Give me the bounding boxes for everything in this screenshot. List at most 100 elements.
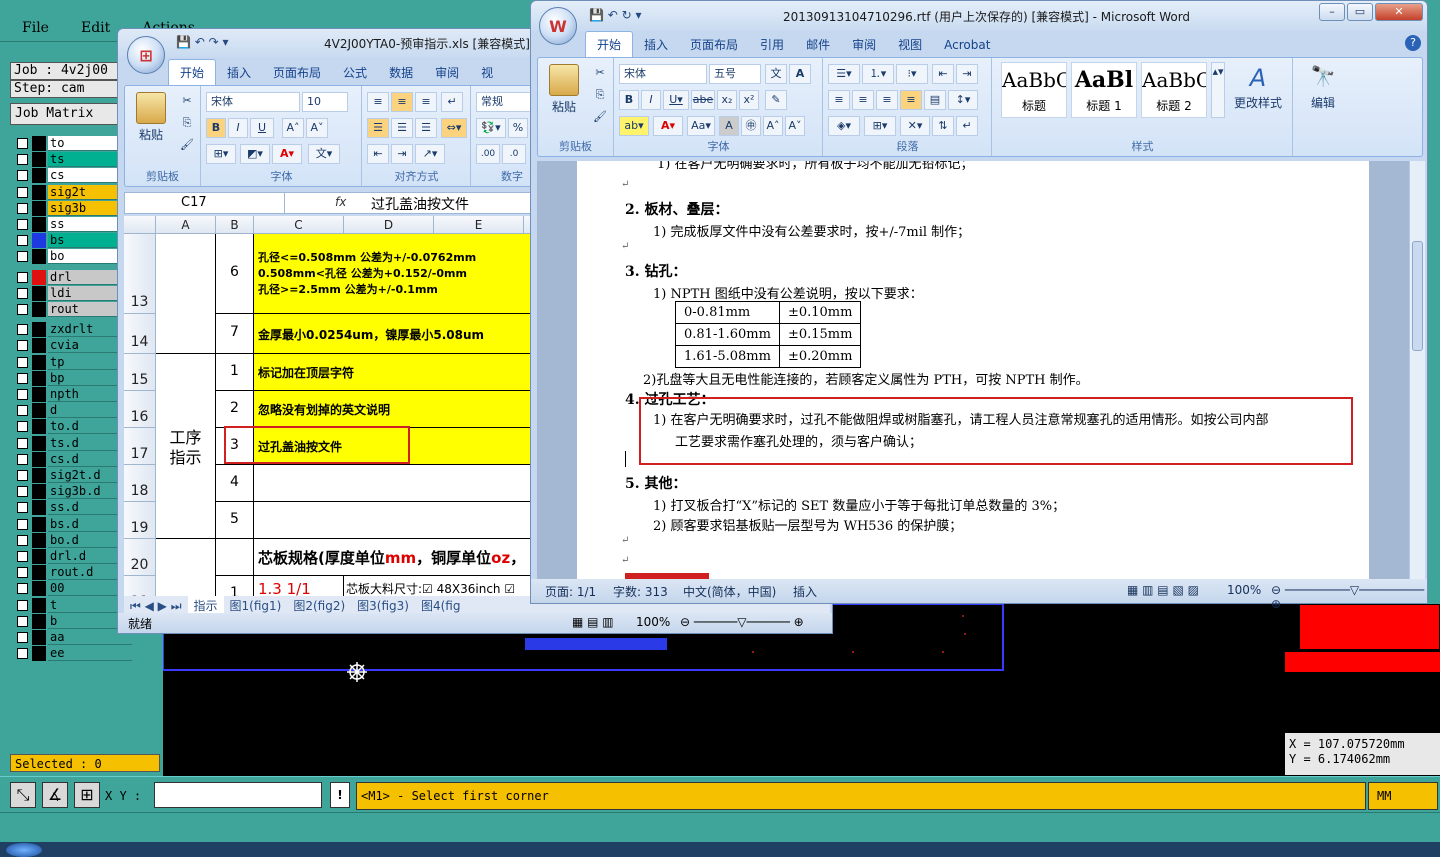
grow-font-icon[interactable]: A˄ (282, 118, 304, 138)
layer-name[interactable]: ee (48, 646, 132, 662)
merge-center-icon[interactable]: ⇔▾ (441, 118, 467, 138)
layer-color-swatch[interactable] (32, 136, 46, 151)
layer-checkbox[interactable] (17, 186, 28, 198)
layer-checkbox[interactable] (17, 405, 28, 417)
char-border-icon[interactable]: A (789, 64, 811, 84)
layer-checkbox[interactable] (17, 551, 28, 562)
start-button-icon[interactable] (6, 843, 42, 857)
row-header[interactable]: 13 (124, 234, 156, 314)
layer-row[interactable]: bs.d (14, 516, 132, 532)
layer-checkbox[interactable] (17, 648, 28, 660)
name-box[interactable]: C17 (125, 193, 285, 213)
table-cell[interactable]: ±0.20mm (778, 345, 862, 368)
superscript-icon[interactable]: x² (739, 90, 759, 110)
layer-color-swatch[interactable] (32, 484, 46, 500)
table-cell[interactable]: ±0.15mm (778, 323, 862, 346)
layer-checkbox[interactable] (17, 219, 28, 230)
decrease-indent-icon[interactable]: ⇤ (367, 144, 389, 164)
subscript-icon[interactable]: x₂ (717, 90, 737, 110)
layer-checkbox[interactable] (17, 453, 28, 465)
word-count[interactable]: 字数: 313 (613, 583, 668, 600)
paste-button[interactable]: 粘贴 (544, 64, 584, 115)
office-button-icon[interactable]: ⊞ (127, 36, 165, 74)
col-header-d[interactable]: D (344, 216, 434, 234)
zoom-slider[interactable]: ⊖ ─────────▽───────── ⊕ (1271, 583, 1427, 611)
row-header[interactable]: 16 (124, 391, 156, 428)
units-selector[interactable]: MM (1368, 782, 1438, 810)
layer-checkbox[interactable] (17, 518, 28, 530)
layer-row[interactable]: rout (14, 302, 132, 317)
layer-row[interactable]: tp (14, 354, 132, 370)
decrease-indent-icon[interactable]: ⇤ (932, 64, 954, 84)
enclose-char-icon[interactable]: ㊥ (741, 116, 761, 136)
phonetic-icon[interactable]: 文▾ (308, 144, 340, 164)
orientation-icon[interactable]: ↗▾ (415, 144, 445, 164)
grow-font-icon[interactable]: A˄ (763, 116, 783, 136)
underline-icon[interactable]: U▾ (663, 90, 689, 110)
col-header-e[interactable]: E (434, 216, 524, 234)
item-number[interactable]: 7 (216, 314, 254, 354)
layer-color-swatch[interactable] (32, 565, 46, 581)
layer-row[interactable]: ee (14, 646, 132, 662)
formula-content[interactable]: 过孔盖油按文件 (371, 194, 469, 214)
layer-row[interactable]: npth (14, 387, 132, 402)
layer-color-swatch[interactable] (32, 419, 46, 435)
layer-row[interactable]: drl (14, 269, 132, 285)
layer-row[interactable]: ldi (14, 285, 132, 301)
font-size-select[interactable]: 10 (302, 92, 348, 112)
row-header[interactable]: 19 (124, 502, 156, 539)
layer-color-swatch[interactable] (32, 354, 46, 370)
layer-color-swatch[interactable] (32, 302, 46, 317)
layer-checkbox[interactable] (17, 356, 28, 368)
layer-checkbox[interactable] (17, 470, 28, 481)
minimize-button[interactable]: – (1319, 3, 1345, 21)
tab-view[interactable]: 视图 (887, 32, 933, 57)
format-painter-icon[interactable]: 🖌 (177, 136, 197, 156)
col-header-c[interactable]: C (254, 216, 344, 234)
strikethrough-icon[interactable]: abe (691, 90, 715, 110)
item-number[interactable]: 6 (216, 234, 254, 314)
shrink-font-icon[interactable]: A˅ (785, 116, 805, 136)
cut-icon[interactable]: ✂ (177, 92, 197, 112)
tab-page-layout[interactable]: 页面布局 (262, 60, 332, 85)
percent-icon[interactable]: % (508, 118, 528, 138)
layer-checkbox[interactable] (17, 154, 28, 166)
job-matrix-button[interactable]: Job Matrix (10, 103, 120, 125)
paste-button[interactable]: 粘贴 (131, 92, 171, 143)
layer-color-swatch[interactable] (32, 500, 46, 516)
layer-checkbox[interactable] (17, 324, 28, 336)
increase-decimal-icon[interactable]: .00 (476, 144, 500, 164)
layer-row[interactable]: sig2t (14, 184, 132, 200)
justify-icon[interactable]: ≡ (900, 90, 922, 110)
multilevel-list-icon[interactable]: ⁝▾ (896, 64, 928, 84)
decrease-decimal-icon[interactable]: .0 (502, 144, 526, 164)
cut-icon[interactable]: ✂ (590, 64, 610, 84)
layer-checkbox[interactable] (17, 271, 28, 283)
shading-icon[interactable]: ◈▾ (828, 116, 860, 136)
align-center-icon[interactable]: ☰ (391, 118, 413, 138)
menu-file[interactable]: File (0, 18, 59, 36)
char-shading-icon[interactable]: A (719, 116, 739, 136)
layer-row[interactable]: sig2t.d (14, 468, 132, 483)
layer-checkbox[interactable] (17, 235, 28, 247)
fx-icon[interactable]: fx (335, 195, 346, 209)
layer-color-swatch[interactable] (32, 338, 46, 354)
layer-row[interactable]: cs.d (14, 451, 132, 467)
row-header[interactable]: 18 (124, 465, 156, 502)
tab-home[interactable]: 开始 (585, 31, 634, 57)
insert-mode[interactable]: 插入 (793, 583, 817, 600)
layer-checkbox[interactable] (17, 251, 28, 263)
row-header[interactable]: 21 (124, 576, 156, 596)
layer-checkbox[interactable] (17, 632, 28, 643)
item-number[interactable]: 2 (216, 391, 254, 428)
layer-checkbox[interactable] (17, 486, 28, 498)
xy-input[interactable] (154, 782, 322, 808)
cell-a13-14[interactable] (156, 234, 216, 354)
layer-row[interactable]: cvia (14, 338, 132, 354)
layer-row[interactable]: zxdrlt (14, 322, 132, 338)
item-number[interactable]: 1 (216, 576, 254, 596)
phonetic-guide-icon[interactable]: 文 (765, 64, 787, 84)
layer-color-swatch[interactable] (32, 184, 46, 200)
layer-row[interactable]: sig3b (14, 200, 132, 216)
layer-color-swatch[interactable] (32, 370, 46, 386)
